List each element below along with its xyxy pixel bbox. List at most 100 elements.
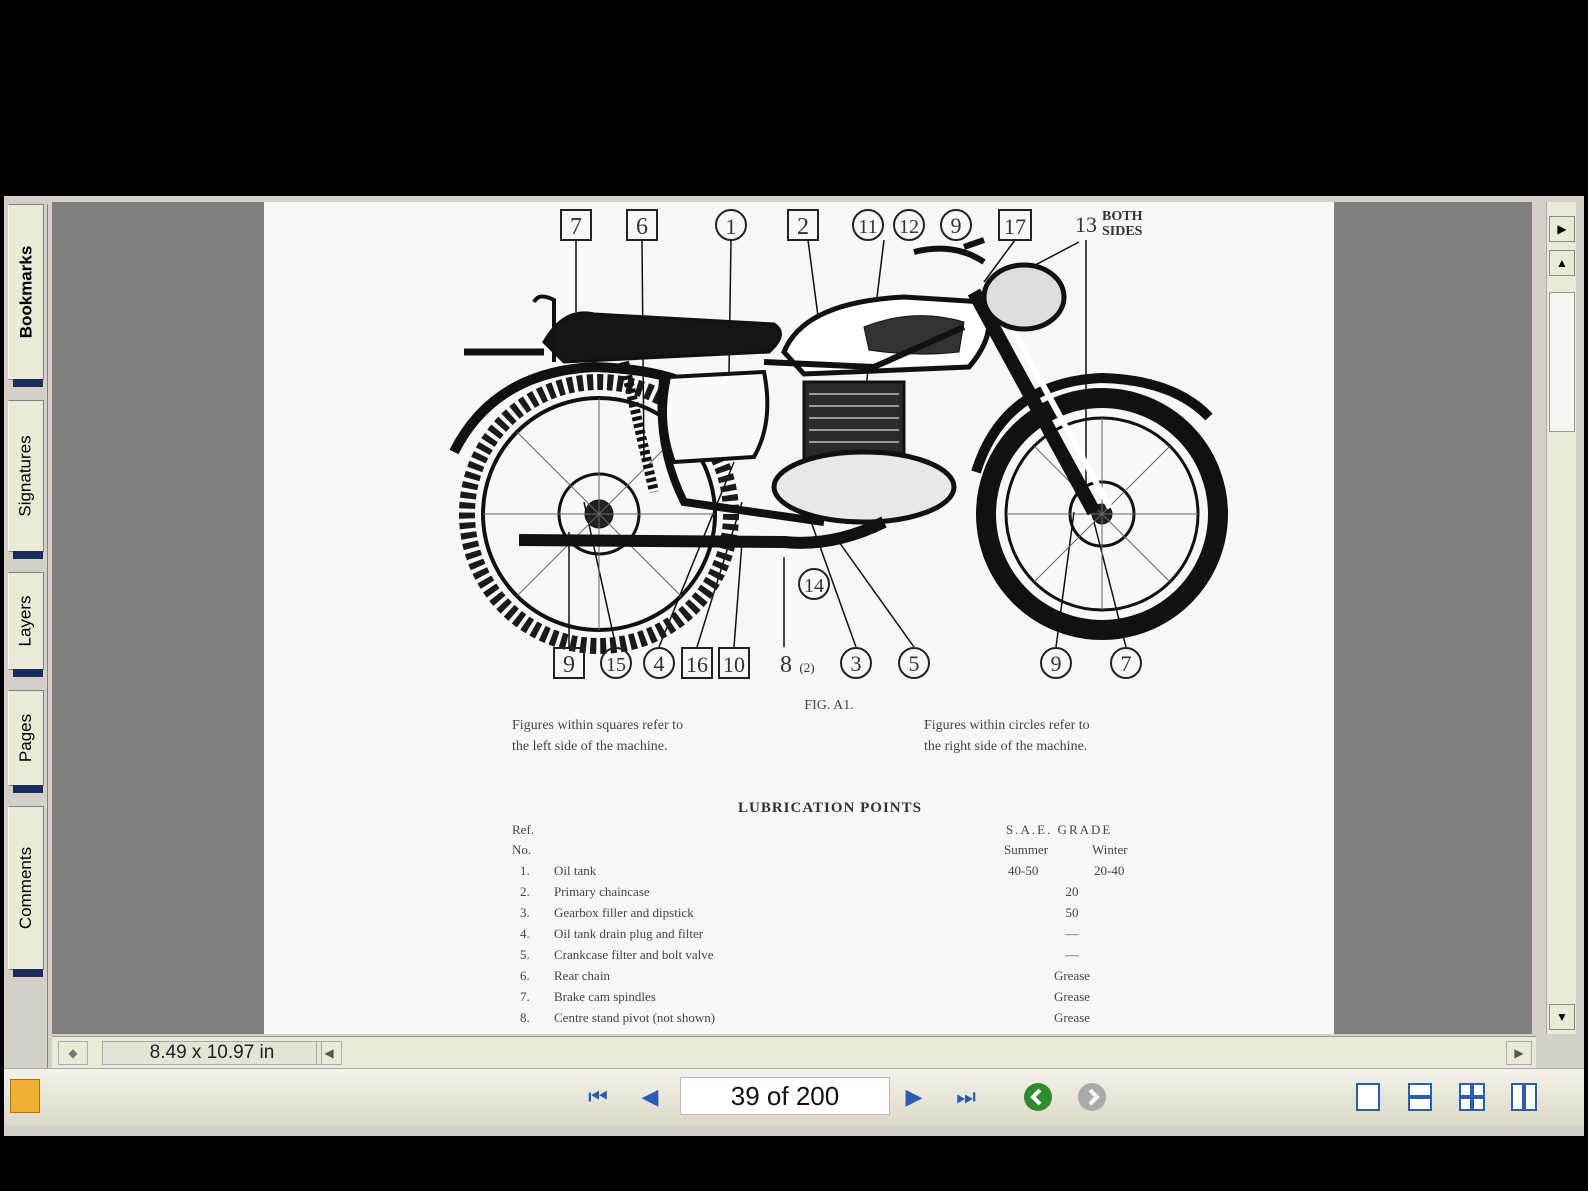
callout-label: 13 [1075,212,1097,237]
facing-icon[interactable] [1454,1079,1490,1115]
prev-page-icon[interactable]: ◀ [632,1079,668,1115]
svg-text:Centre stand pivot (not shown): Centre stand pivot (not shown) [554,1010,715,1025]
document-area[interactable]: 7 6 1 2 11 12 9 17 13 BOTH SIDES 9 15 4 … [52,202,1532,1034]
single-page-icon[interactable] [1350,1079,1386,1115]
motorcycle-illustration [449,237,1228,654]
last-page-icon[interactable]: ⏭ [948,1079,984,1115]
callout-label: 8 [780,652,792,678]
col-winter: Winter [1092,842,1128,857]
tab-bookmarks-label: Bookmarks [16,245,36,339]
vertical-scrollbar[interactable]: ▶ ▲ ▼ [1546,202,1576,1034]
tab-comments-label: Comments [16,846,35,930]
callout-label: 7 [570,214,582,240]
callout-label: 17 [1004,214,1026,239]
expand-icon[interactable]: ◆ [58,1041,88,1065]
page-number-input[interactable]: 39 of 200 [680,1077,890,1115]
top-callouts: 7 6 1 2 11 12 9 17 13 BOTH SIDES [560,209,1143,241]
table-title: LUBRICATION POINTS [738,800,922,816]
page-content: 7 6 1 2 11 12 9 17 13 BOTH SIDES 9 15 4 … [449,209,1228,1025]
svg-text:Crankcase filter and bolt valv: Crankcase filter and bolt valve [554,947,714,962]
callout-label: SIDES [1102,224,1143,239]
page-forward-icon[interactable]: ▶ [1549,216,1575,242]
callout-label: 9 [1051,651,1062,676]
tab-comments[interactable]: Comments [8,806,44,977]
table-row: 1. Oil tank 40-50 20-40 [520,863,1124,878]
table-row: 8. Centre stand pivot (not shown) Grease [520,1010,1090,1025]
tab-signatures[interactable]: Signatures [8,400,44,559]
bottom-black-area [0,1136,1588,1191]
navigation-toolbar: ⏮ ◀ 39 of 200 ▶ ⏭ [4,1068,1584,1126]
scrollbar-thumb[interactable] [1549,292,1575,432]
horizontal-status-bar: ◆ 8.49 x 10.97 in ◀ ▶ [52,1036,1536,1068]
svg-text:4.: 4. [520,926,530,941]
go-forward-icon[interactable] [1074,1079,1110,1115]
navigation-panel-tabs: Bookmarks Signatures Layers Pages Commen… [4,204,48,1074]
table-row: 7. Brake cam spindles Grease [520,989,1090,1004]
scroll-down-icon[interactable]: ▼ [1549,1004,1575,1030]
callout-label: 10 [723,652,745,677]
tab-signatures-label: Signatures [16,435,35,517]
scroll-up-icon[interactable]: ▲ [1549,250,1575,276]
figure-caption: FIG. A1. [804,698,853,713]
svg-text:Grease: Grease [1054,968,1090,983]
svg-text:20-40: 20-40 [1094,863,1124,878]
tab-bookmarks[interactable]: Bookmarks [8,204,44,387]
tab-marker [13,785,43,793]
svg-text:8.: 8. [520,1010,530,1025]
svg-text:40-50: 40-50 [1008,863,1038,878]
svg-text:Grease: Grease [1054,1010,1090,1025]
callout-label: 7 [1121,651,1132,676]
svg-text:Oil tank: Oil tank [554,863,597,878]
first-page-icon[interactable]: ⏮ [580,1079,616,1115]
col-summer: Summer [1004,842,1049,857]
svg-text:20: 20 [1066,884,1079,899]
go-back-icon[interactable] [1020,1079,1056,1115]
tab-layers[interactable]: Layers [8,572,44,677]
table-row: 4. Oil tank drain plug and filter — [520,926,1080,941]
svg-text:2.: 2. [520,884,530,899]
note-left-line: the left side of the machine. [512,739,668,754]
tab-pages-label: Pages [16,713,36,763]
tab-pages[interactable]: Pages [8,690,44,793]
note-right-line: the right side of the machine. [924,739,1087,754]
tab-layers-label: Layers [16,595,35,647]
tab-marker [13,969,43,977]
tab-marker [13,669,43,677]
callout-label: (2) [799,660,814,675]
app-logo-icon [10,1079,40,1113]
callout-label: 11 [858,216,877,238]
svg-text:1.: 1. [520,863,530,878]
note-right-line: Figures within circles refer to [924,718,1090,733]
next-page-icon[interactable]: ▶ [896,1079,932,1115]
svg-text:—: — [1065,947,1080,962]
table-row: 6. Rear chain Grease [520,968,1090,983]
table-row: 3. Gearbox filler and dipstick 50 [520,905,1079,920]
continuous-facing-icon[interactable] [1506,1079,1542,1115]
tab-marker [13,551,43,559]
callout-label: 4 [654,651,665,676]
col-no: No. [512,842,531,857]
callout-label: 15 [606,654,626,676]
callout-label: 9 [563,652,575,678]
continuous-icon[interactable] [1402,1079,1438,1115]
svg-text:7.: 7. [520,989,530,1004]
page-size-readout: 8.49 x 10.97 in [102,1041,322,1065]
callout-label: 14 [804,575,824,597]
svg-text:6.: 6. [520,968,530,983]
svg-text:Oil tank drain plug and filter: Oil tank drain plug and filter [554,926,704,941]
scroll-left-icon[interactable]: ◀ [316,1041,342,1065]
callout-label: 16 [686,652,708,677]
note-left-line: Figures within squares refer to [512,718,683,733]
svg-text:Brake cam spindles: Brake cam spindles [554,989,656,1004]
svg-text:Gearbox filler and dipstick: Gearbox filler and dipstick [554,905,694,920]
svg-text:Rear chain: Rear chain [554,968,610,983]
scroll-right-icon[interactable]: ▶ [1506,1041,1532,1065]
document-page: 7 6 1 2 11 12 9 17 13 BOTH SIDES 9 15 4 … [264,202,1334,1034]
callout-label: 2 [797,214,809,240]
col-grade: S.A.E. GRADE [1006,822,1112,837]
svg-text:50: 50 [1066,905,1079,920]
tab-marker [13,379,43,387]
callout-label: 6 [636,214,648,240]
svg-text:3.: 3. [520,905,530,920]
col-ref: Ref. [512,822,534,837]
